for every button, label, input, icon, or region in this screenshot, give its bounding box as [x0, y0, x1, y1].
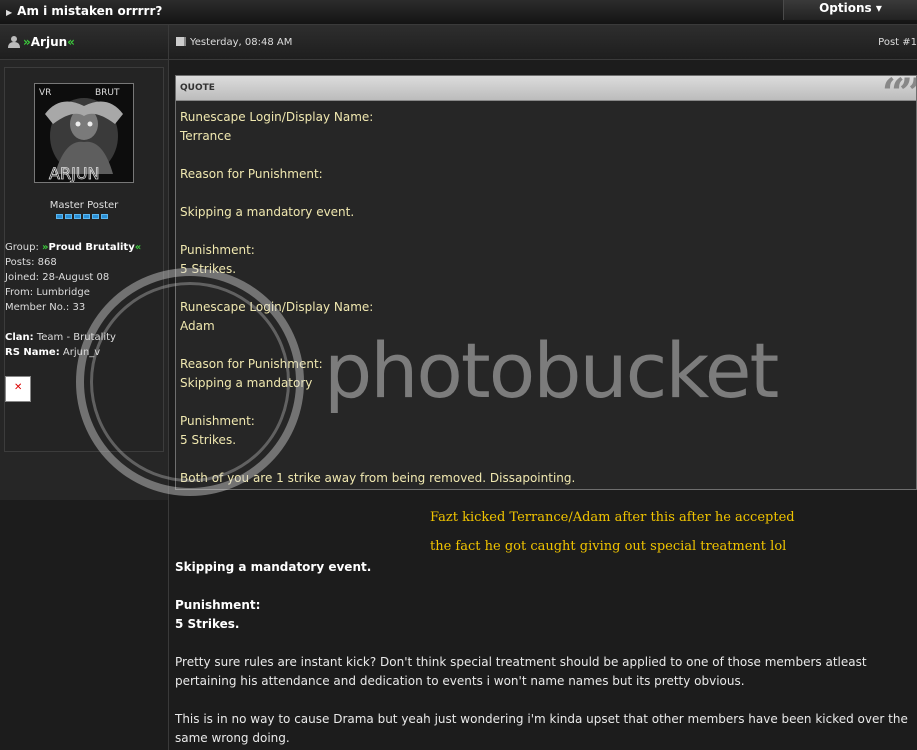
- quote-paragraph: Reason for Punishment:: [180, 165, 910, 184]
- quote-paragraph: Runescape Login/Display Name: Adam: [180, 298, 910, 336]
- post-header: »Arjun« Yesterday, 08:48 AM Post #1: [0, 25, 917, 60]
- quote-header: QUOTE “”: [176, 76, 916, 117]
- body-paragraph-2: This is in no way to cause Drama but yea…: [175, 712, 908, 745]
- quote-line: Terrance: [180, 129, 232, 143]
- topic-title-bar: ▶ Am i mistaken orrrrr? Options ▾: [0, 0, 917, 25]
- author-name[interactable]: Arjun: [31, 35, 67, 49]
- rank-pip: [83, 214, 90, 219]
- join-date: Joined: 28-August 08: [5, 272, 110, 283]
- rank-pip: [56, 214, 63, 219]
- quote-line: Adam: [180, 319, 215, 333]
- post-author[interactable]: »Arjun«: [8, 35, 75, 49]
- quote-line: Skipping a mandatory: [180, 376, 313, 390]
- rank-pip: [92, 214, 99, 219]
- quote-line: Reason for Punishment:: [180, 357, 323, 371]
- quote-paragraph: Both of you are 1 strike away from being…: [180, 469, 910, 488]
- profile-card: VR BRUT ARJUN Master Poster Group: »Prou…: [4, 67, 164, 452]
- body-bold-reason: Skipping a mandatory event.: [175, 560, 372, 574]
- member-rank: Master Poster: [49, 200, 119, 211]
- quote-paragraph: Punishment: 5 Strikes.: [180, 241, 910, 279]
- rank-pip: [65, 214, 72, 219]
- body-paragraph-1: Pretty sure rules are instant kick? Don'…: [175, 655, 867, 688]
- member-number: Member No.: 33: [5, 302, 86, 313]
- group-name: Proud Brutality: [48, 242, 135, 253]
- quote-line: Runescape Login/Display Name:: [180, 110, 374, 124]
- body-bold-punishment: Punishment:: [175, 598, 261, 612]
- svg-text:VR: VR: [39, 88, 51, 98]
- quote-line: Runescape Login/Display Name:: [180, 300, 374, 314]
- post-date: Yesterday, 08:48 AM: [176, 37, 292, 48]
- clan-line: Clan: Team - Brutality: [5, 332, 116, 343]
- quote-line: Punishment:: [180, 243, 255, 257]
- quote-line: Skipping a mandatory event.: [180, 205, 355, 219]
- quote-line: 5 Strikes.: [180, 433, 237, 447]
- quote-paragraph: Skipping a mandatory event.: [180, 203, 910, 222]
- location: From: Lumbridge: [5, 287, 90, 298]
- body-bold-strikes: 5 Strikes.: [175, 617, 240, 631]
- rank-pip: [101, 214, 108, 219]
- svg-text:BRUT: BRUT: [95, 88, 120, 98]
- quote-line: Punishment:: [180, 414, 255, 428]
- quote-line: 5 Strikes.: [180, 262, 237, 276]
- rs-name-line: RS Name: Arjun_v: [5, 347, 101, 358]
- broken-image-icon[interactable]: ✕: [5, 376, 31, 402]
- quote-label: QUOTE: [180, 83, 215, 93]
- quote-line: Both of you are 1 strike away from being…: [180, 471, 576, 485]
- post-count: Posts: 868: [5, 257, 57, 268]
- annotation-line-1: Fazt kicked Terrance/Adam after this aft…: [430, 510, 795, 525]
- quote-paragraph: Runescape Login/Display Name: Terrance: [180, 108, 910, 146]
- annotation-line-2: the fact he got caught giving out specia…: [430, 539, 787, 554]
- post-number-link[interactable]: Post #1: [878, 37, 917, 48]
- quote-paragraph: Reason for Punishment: Skipping a mandato…: [180, 355, 910, 393]
- avatar-image: VR BRUT ARJUN: [35, 84, 133, 183]
- avatar[interactable]: VR BRUT ARJUN: [34, 83, 134, 183]
- rank-pip: [74, 214, 81, 219]
- quote-block: QUOTE “” Runescape Login/Display Name: Te…: [175, 75, 917, 490]
- options-button[interactable]: Options ▾: [783, 0, 917, 20]
- svg-text:ARJUN: ARJUN: [49, 164, 99, 182]
- group-line: Group: »Proud Brutality«: [5, 242, 142, 253]
- post-icon: [176, 37, 186, 46]
- topic-title: ▶ Am i mistaken orrrrr?: [6, 4, 163, 18]
- quote-line: Reason for Punishment:: [180, 167, 323, 181]
- column-divider: [168, 25, 169, 750]
- rank-pips: [56, 214, 108, 219]
- quote-paragraph: Punishment: 5 Strikes.: [180, 412, 910, 450]
- user-icon: [8, 36, 20, 48]
- triangle-right-icon: ▶: [6, 8, 13, 17]
- quote-body: Runescape Login/Display Name: Terrance Rea…: [180, 108, 910, 489]
